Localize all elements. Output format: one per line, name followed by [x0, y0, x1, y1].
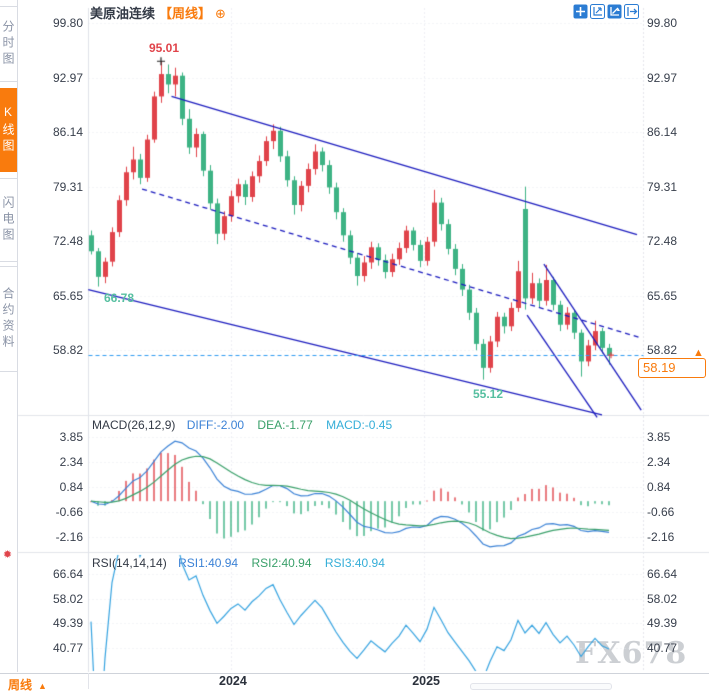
price-axis-label: 72.48	[15, 234, 83, 248]
macd-title: MACD(26,12,9)	[92, 418, 175, 432]
price-axis-label: 86.14	[15, 125, 83, 139]
last-price-box: 58.19	[638, 358, 706, 378]
rsi-axis-label: 49.39	[647, 616, 677, 630]
macd-header: MACD(26,12,9) DIFF:-2.00 DEA:-1.77 MACD:…	[92, 418, 392, 432]
rsi-title: RSI(14,14,14)	[92, 556, 167, 570]
macd-axis-label: 2.34	[15, 455, 83, 469]
macd-axis-label: -2.16	[647, 530, 674, 544]
price-axis-label: 58.82	[15, 343, 83, 357]
axis-scale-icon[interactable]	[607, 4, 622, 19]
price-axis-label: 65.65	[647, 289, 677, 303]
exit-chart-icon[interactable]	[624, 4, 639, 19]
chart-toolbar	[573, 4, 639, 19]
rsi2-value: RSI2:40.94	[251, 556, 311, 570]
axis-zoom-in-icon[interactable]	[590, 4, 605, 19]
price-up-arrow-icon: ▲	[693, 347, 704, 359]
blink-indicator-icon: ✹	[1, 549, 14, 562]
macd-axis-label: 0.84	[15, 480, 83, 494]
price-axis-label: 65.65	[15, 289, 83, 303]
macd-axis-label: 3.85	[647, 430, 670, 444]
chart-title-row: 美原油连续【周线】 ⊕	[90, 3, 226, 22]
rsi-axis-label: 66.64	[647, 567, 677, 581]
chart-canvas[interactable]	[0, 0, 709, 689]
zoom-plus-icon[interactable]: ⊕	[215, 6, 226, 21]
period-tag: 【周线】	[159, 6, 211, 21]
macd-dea-value: DEA:-1.77	[257, 418, 312, 432]
rsi3-value: RSI3:40.94	[325, 556, 385, 570]
price-axis-label: 92.97	[647, 71, 677, 85]
price-axis-label: 72.48	[647, 234, 677, 248]
macd-diff-value: DIFF:-2.00	[187, 418, 244, 432]
rsi-axis-label: 66.64	[15, 567, 83, 581]
period-selector[interactable]: 周线 ▲	[8, 676, 47, 693]
rsi-axis-label: 58.02	[15, 592, 83, 606]
high-price-annotation: 95.01	[149, 41, 179, 55]
crosshair-icon[interactable]	[573, 4, 588, 19]
period-selector-label: 周线	[8, 678, 32, 692]
price-axis-label: 79.31	[647, 180, 677, 194]
macd-axis-label: -0.66	[15, 505, 83, 519]
price-axis-label: 92.97	[15, 71, 83, 85]
price-axis-label: 99.80	[15, 16, 83, 30]
year-axis-label: 2024	[219, 674, 247, 688]
low-mid-annotation: 55.12	[473, 387, 503, 401]
macd-axis-label: 2.34	[647, 455, 670, 469]
macd-axis-label: 0.84	[647, 480, 670, 494]
macd-axis-label: 3.85	[15, 430, 83, 444]
low-left-annotation: 66.78	[104, 291, 134, 305]
macd-axis-label: -0.66	[647, 505, 674, 519]
bottom-bar-divider	[88, 673, 89, 689]
rsi-axis-label: 40.77	[647, 641, 677, 655]
price-axis-label: 79.31	[15, 180, 83, 194]
rsi-header: RSI(14,14,14) RSI1:40.94 RSI2:40.94 RSI3…	[92, 556, 385, 570]
rsi-axis-label: 58.02	[647, 592, 677, 606]
rsi1-value: RSI1:40.94	[178, 556, 238, 570]
price-axis-label: 99.80	[647, 16, 677, 30]
instrument-title: 美原油连续	[90, 6, 155, 21]
year-axis-label: 2025	[412, 674, 440, 688]
period-selector-arrow-icon: ▲	[38, 681, 47, 691]
rsi-axis-label: 49.39	[15, 616, 83, 630]
price-axis-label: 58.82	[647, 343, 677, 357]
rsi-axis-label: 40.77	[15, 641, 83, 655]
price-axis-label: 86.14	[647, 125, 677, 139]
macd-macd-value: MACD:-0.45	[326, 418, 392, 432]
macd-axis-label: -2.16	[15, 530, 83, 544]
